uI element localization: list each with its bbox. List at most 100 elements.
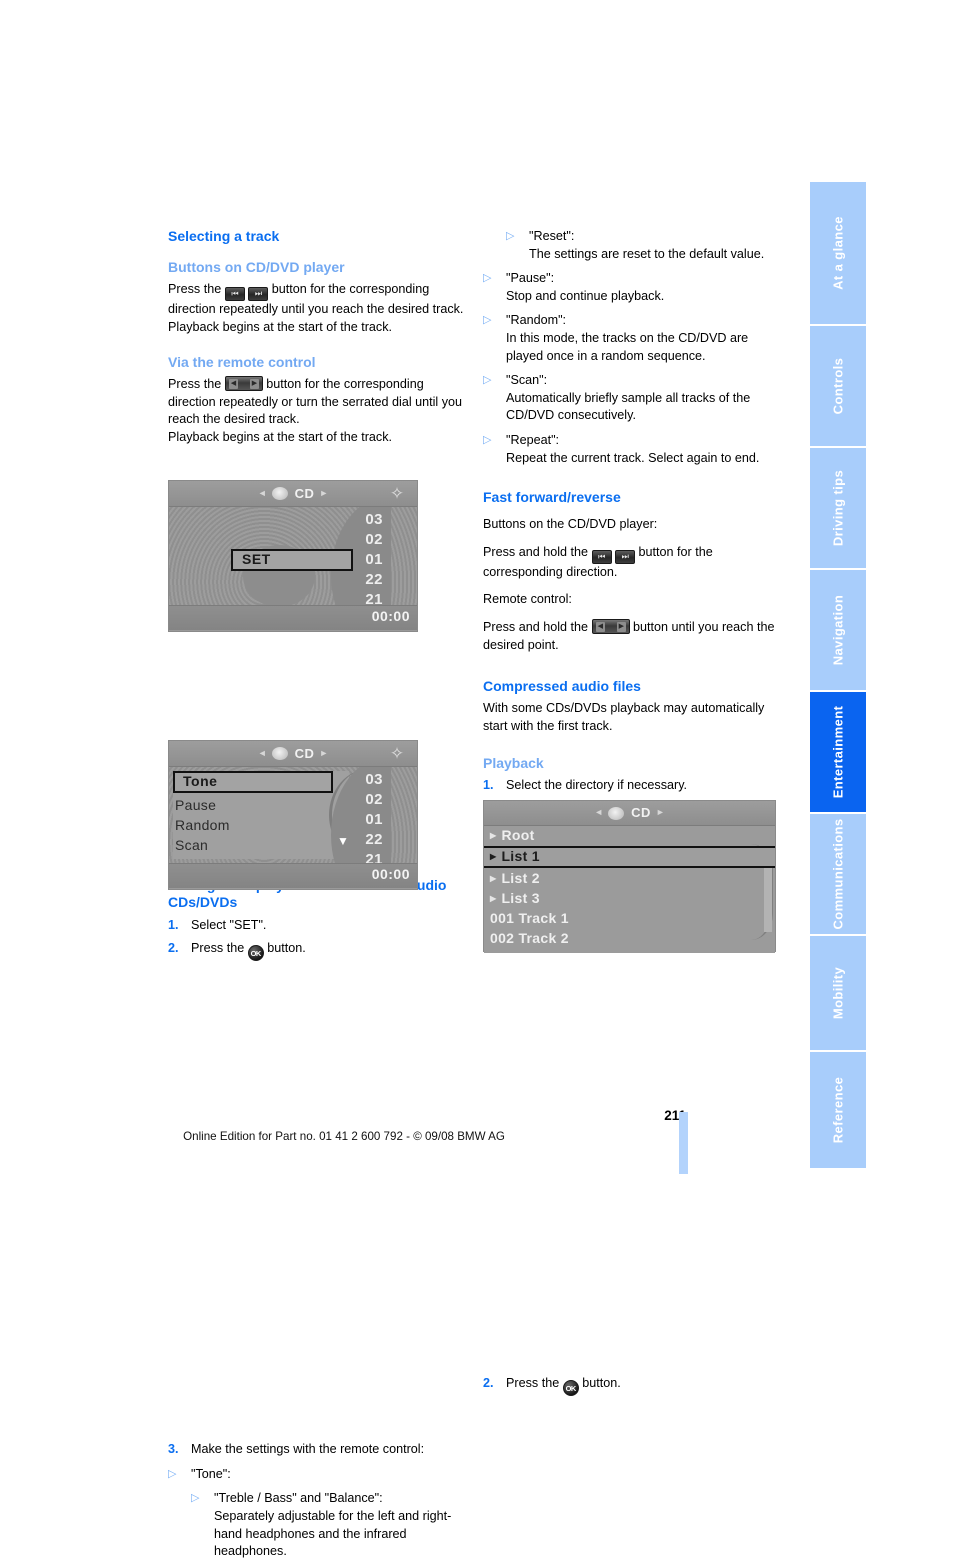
joystick-icon: ✧ xyxy=(389,744,405,763)
elapsed-time: 00:00 xyxy=(371,866,410,882)
list-item-list-3-label: List 3 xyxy=(501,890,540,907)
step-2-text: Press the OK button. xyxy=(191,940,464,962)
cd-screen-footer: 00:00 xyxy=(169,605,417,630)
header-left-caret-icon: ◄ xyxy=(257,487,267,498)
elapsed-time: 00:00 xyxy=(371,608,410,624)
list-item-root[interactable]: ▶ Root xyxy=(484,826,775,846)
step-2-number: 2. xyxy=(168,941,179,956)
bullet-scan-text: "Scan": Automatically briefly sample all… xyxy=(506,373,751,423)
list-item-list-2[interactable]: ▶ List 2 xyxy=(484,869,775,889)
subheading-via-remote-control: Via the remote control xyxy=(168,354,316,371)
left-right-rocker-button-icon: ◀ ▶ xyxy=(224,376,263,392)
tab-reference-label: Reference xyxy=(830,1076,846,1144)
disc-icon xyxy=(271,487,288,500)
step-1-text: Select "SET". xyxy=(191,917,267,932)
figure-cd-directory-list-screen: ◄ CD ► ▶ Root ▶ List 1 ▶ List 2 ▶ List 3… xyxy=(483,800,776,953)
bullet-triangle-icon: ▷ xyxy=(483,433,492,446)
page-title: Selecting a track xyxy=(168,228,280,244)
list-item-list-3[interactable]: ▶ List 3 xyxy=(484,889,775,909)
tab-entertainment[interactable]: Entertainment xyxy=(810,692,866,814)
tab-communications[interactable]: Communications xyxy=(810,814,866,936)
bullet-pause: ▷ "Pause": Stop and continue playback. xyxy=(483,270,779,305)
track-number: 02 xyxy=(365,791,383,808)
tab-at-a-glance-label: At a glance xyxy=(830,216,846,290)
tab-controls[interactable]: Controls xyxy=(810,326,866,448)
bullet-treble-bass-balance: ▷ "Treble / Bass" and "Balance": Separat… xyxy=(191,1490,464,1560)
text-press-the: Press the xyxy=(168,282,222,296)
text-press-the-2: Press the xyxy=(168,377,222,392)
tab-mobility[interactable]: Mobility xyxy=(810,936,866,1052)
next-track-button-icon: ⏭ xyxy=(248,287,269,301)
list-item-root-label: Root xyxy=(501,827,535,844)
ok-button-icon: OK xyxy=(247,945,264,962)
text-button-4: button. xyxy=(582,1375,621,1390)
tab-at-a-glance[interactable]: At a glance xyxy=(810,182,866,326)
tab-controls-label: Controls xyxy=(830,357,846,415)
cd-menu-screen-body: 03 02 01 22 21 Tone Pause Random Scan ▼ xyxy=(169,767,417,863)
text-button-3: button. xyxy=(267,941,306,956)
playback-step-1-number: 1. xyxy=(483,778,494,793)
list-item-track-1-label: 001 Track 1 xyxy=(490,910,569,927)
bullet-repeat: ▷ "Repeat": Repeat the current track. Se… xyxy=(483,432,779,467)
header-right-caret-icon: ► xyxy=(319,747,329,758)
bullet-tone-text: "Tone": xyxy=(191,1466,231,1481)
scroll-down-arrow-icon[interactable]: ▼ xyxy=(337,833,349,851)
figure-cd-set-screen: ◄ CD ► ✧ 03 02 01 22 21 SET 00:00 xyxy=(168,480,418,632)
text-press-and-hold: Press and hold the xyxy=(483,544,589,559)
folder-arrow-icon: ▶ xyxy=(490,874,497,884)
cd-screen-body: 03 02 01 22 21 SET xyxy=(169,507,417,605)
bullet-tone: ▷ "Tone": xyxy=(168,1466,464,1484)
list-item-track-1[interactable]: 001 Track 1 xyxy=(484,909,775,929)
menu-item-pause[interactable]: Pause xyxy=(175,797,216,815)
paragraph-buttons-on-player: Press the ⏮ ⏭ button for the correspondi… xyxy=(168,281,464,319)
ok-button-icon: OK xyxy=(562,1379,579,1396)
tab-reference[interactable]: Reference xyxy=(810,1052,866,1168)
bullet-random-text: "Random": In this mode, the tracks on th… xyxy=(506,313,749,363)
list-item-list-1-selected[interactable]: ▶ List 1 xyxy=(484,846,775,868)
prev-track-button-icon: ⏮ xyxy=(591,549,612,564)
tab-navigation-label: Navigation xyxy=(830,594,846,666)
track-number: 01 xyxy=(365,811,383,828)
bullet-triangle-icon: ▷ xyxy=(506,230,515,242)
menu-item-scan[interactable]: Scan xyxy=(175,837,208,855)
step-3-text: Make the settings with the remote contro… xyxy=(191,1442,425,1457)
bullet-triangle-icon: ▷ xyxy=(191,1492,200,1505)
step-1-number: 1. xyxy=(168,917,179,932)
footer-copyright: Online Edition for Part no. 01 41 2 600 … xyxy=(183,1130,505,1143)
list-item-track-2-label: 002 Track 2 xyxy=(490,930,569,947)
cd-menu-screen-header: ◄ CD ► ✧ xyxy=(169,741,417,767)
bullet-random: ▷ "Random": In this mode, the tracks on … xyxy=(483,312,779,365)
cd-menu-screen-footer: 00:00 xyxy=(169,863,417,888)
right-text-column: ▷ "Reset": The settings are reset to the… xyxy=(483,228,779,1396)
bullet-reset: ▷ "Reset": The settings are reset to the… xyxy=(506,228,779,263)
menu-item-random[interactable]: Random xyxy=(175,817,230,835)
track-number: 02 xyxy=(365,531,383,548)
step-1: 1. Select "SET". xyxy=(168,917,464,935)
set-selection-box[interactable]: SET xyxy=(231,549,353,571)
heading-fast-forward-reverse: Fast forward/reverse xyxy=(483,489,621,506)
paragraph-via-remote-control: Press the ◀ ▶ button for the correspondin… xyxy=(168,376,464,429)
heading-compressed-audio-files: Compressed audio files xyxy=(483,678,641,695)
menu-item-tone-selected[interactable]: Tone xyxy=(173,771,333,793)
tab-driving-tips[interactable]: Driving tips xyxy=(810,448,866,570)
left-right-rocker-button-icon: ◀ ▶ xyxy=(591,618,630,634)
disc-icon xyxy=(608,806,625,820)
track-number: 03 xyxy=(365,511,383,528)
subheading-buttons-on-player: Buttons on CD/DVD player xyxy=(168,259,345,275)
bullet-repeat-text: "Repeat": Repeat the current track. Sele… xyxy=(506,432,760,465)
manual-page: At a glance Controls Driving tips Naviga… xyxy=(0,0,954,1558)
text-press-the-3: Press the xyxy=(191,941,245,956)
next-track-button-icon: ⏭ xyxy=(615,549,636,564)
tab-navigation[interactable]: Navigation xyxy=(810,570,866,692)
track-number: 03 xyxy=(365,771,383,788)
folder-arrow-icon: ▶ xyxy=(490,852,497,862)
playback-step-2-text: Press the OK button. xyxy=(506,1375,779,1396)
list-item-track-2[interactable]: 002 Track 2 xyxy=(484,929,775,949)
tab-driving-tips-label: Driving tips xyxy=(830,469,846,547)
figure-cd-settings-menu-screen: ◄ CD ► ✧ 03 02 01 22 21 Tone Pause Rando… xyxy=(168,740,418,890)
bullet-reset-text: "Reset": The settings are reset to the d… xyxy=(529,229,765,261)
header-right-caret-icon: ► xyxy=(319,487,329,498)
source-label: CD xyxy=(294,485,315,501)
folder-arrow-icon: ▶ xyxy=(490,894,497,904)
bullet-scan: ▷ "Scan": Automatically briefly sample a… xyxy=(483,372,779,425)
